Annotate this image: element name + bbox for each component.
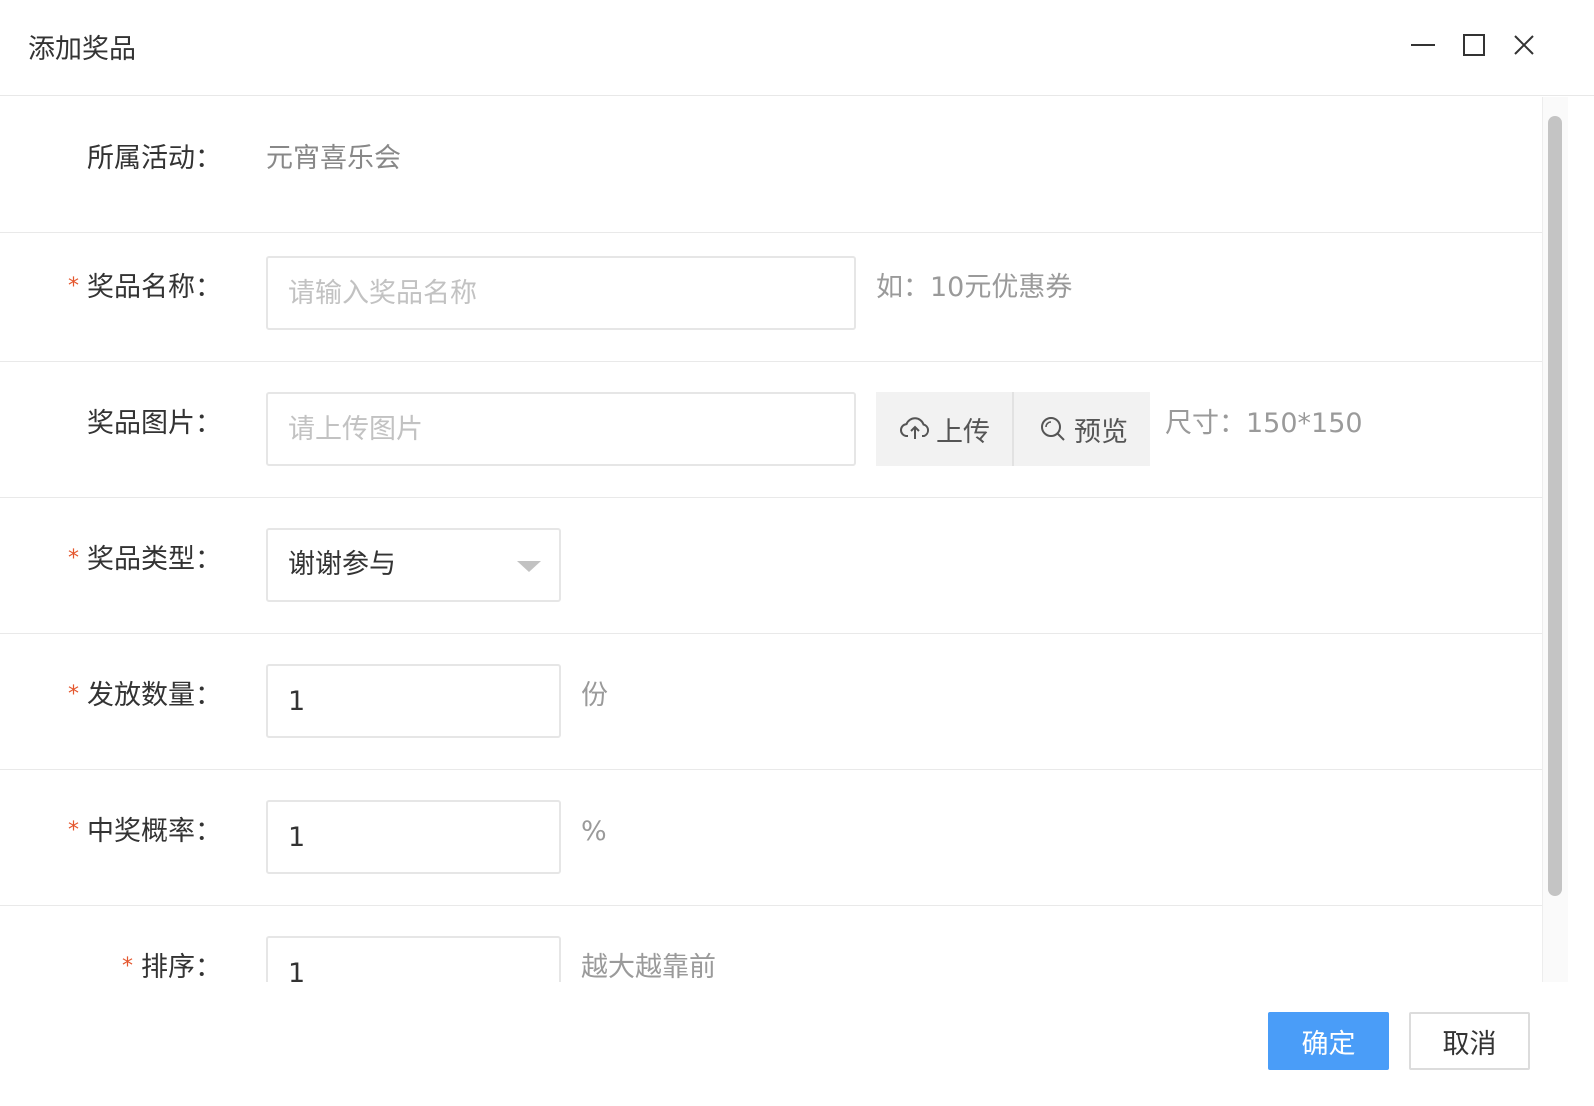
prize-type-selected: 谢谢参与 bbox=[288, 549, 396, 580]
chevron-down-icon bbox=[517, 561, 541, 572]
form-row-quantity: *发放数量： 份 bbox=[0, 634, 1542, 770]
quantity-label: * 发放数量： bbox=[68, 680, 222, 711]
probability-unit: % bbox=[581, 816, 607, 847]
activity-value: 元宵喜乐会 bbox=[266, 143, 401, 174]
upload-button[interactable]: 上传 bbox=[876, 392, 1012, 466]
form-row-activity: 所属活动： 元宵喜乐会 bbox=[0, 97, 1542, 233]
sort-label: * 排序： bbox=[122, 952, 222, 982]
dialog-body[interactable]: 所属活动： 元宵喜乐会 *奖品名称： 如：10元优惠券 奖品图片： 上传 bbox=[0, 97, 1568, 982]
form-row-prize-name: *奖品名称： 如：10元优惠券 bbox=[0, 226, 1542, 362]
close-icon[interactable] bbox=[1507, 28, 1541, 62]
cloud-upload-icon bbox=[900, 417, 930, 439]
preview-button[interactable]: 预览 bbox=[1012, 392, 1150, 466]
prize-image-hint: 尺寸：150*150 bbox=[1165, 408, 1363, 439]
prize-type-label: * 奖品类型： bbox=[68, 544, 222, 575]
dialog-titlebar: 添加奖品 bbox=[0, 0, 1594, 96]
form-row-sort: *排序： 越大越靠前 bbox=[0, 906, 1542, 982]
dialog-footer: 确定 取消 bbox=[0, 982, 1594, 1106]
cancel-button[interactable]: 取消 bbox=[1409, 1012, 1530, 1070]
required-mark: * bbox=[68, 682, 79, 707]
sort-hint: 越大越靠前 bbox=[581, 952, 716, 982]
required-mark: * bbox=[68, 546, 79, 571]
prize-name-label: * 奖品名称： bbox=[68, 272, 222, 303]
scrollbar-thumb[interactable] bbox=[1548, 116, 1562, 896]
magnifier-icon bbox=[1041, 417, 1065, 441]
minimize-icon[interactable] bbox=[1406, 28, 1440, 62]
confirm-button[interactable]: 确定 bbox=[1268, 1012, 1389, 1070]
form-row-prize-type: * 奖品类型： 谢谢参与 bbox=[0, 498, 1542, 634]
required-mark: * bbox=[68, 818, 79, 843]
upload-label: 上传 bbox=[936, 416, 990, 448]
preview-label: 预览 bbox=[1074, 416, 1128, 448]
probability-label: * 中奖概率： bbox=[68, 816, 222, 847]
prize-name-hint: 如：10元优惠券 bbox=[876, 272, 1073, 303]
maximize-icon[interactable] bbox=[1457, 28, 1491, 62]
required-mark: * bbox=[122, 954, 133, 979]
prize-name-input[interactable] bbox=[266, 256, 856, 330]
image-button-group: 上传 预览 bbox=[876, 392, 1150, 466]
prize-image-input[interactable] bbox=[266, 392, 856, 466]
required-mark: * bbox=[68, 274, 79, 299]
form-row-probability: *中奖概率： % bbox=[0, 770, 1542, 906]
prize-type-select[interactable]: 谢谢参与 bbox=[266, 528, 561, 602]
quantity-unit: 份 bbox=[581, 680, 608, 711]
prize-image-label: 奖品图片： bbox=[87, 408, 222, 439]
activity-label: 所属活动： bbox=[87, 143, 222, 174]
sort-input[interactable] bbox=[266, 936, 561, 982]
form-row-prize-image: 奖品图片： 上传 预览 尺寸：150*150 bbox=[0, 362, 1542, 498]
probability-input[interactable] bbox=[266, 800, 561, 874]
dialog-title: 添加奖品 bbox=[28, 34, 136, 65]
quantity-input[interactable] bbox=[266, 664, 561, 738]
